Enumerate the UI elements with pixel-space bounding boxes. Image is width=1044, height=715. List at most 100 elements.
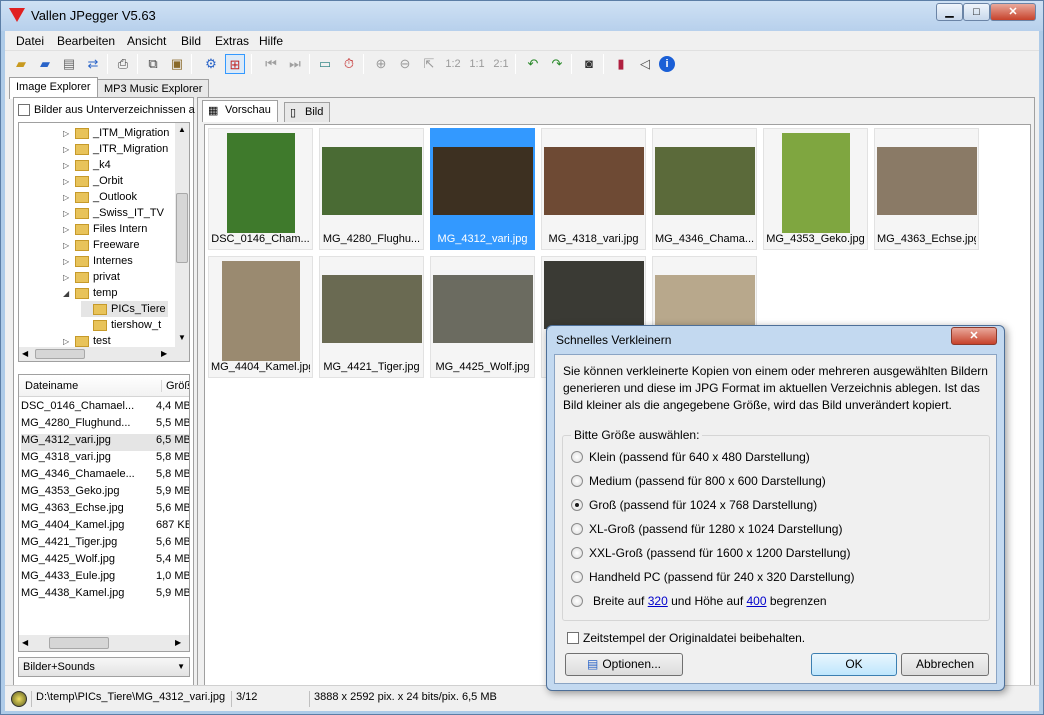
tree-item[interactable]: ▷ Freeware: [63, 237, 139, 253]
timestamp-checkbox[interactable]: Zeitstempel der Originaldatei beibehalte…: [567, 631, 805, 645]
tree-item[interactable]: ▷ _Swiss_IT_TV: [63, 205, 164, 221]
ok-button[interactable]: OK: [811, 653, 897, 676]
list-item[interactable]: MG_4363_Echse.jpg 5,6 MB: [21, 502, 189, 519]
subdir-checkbox-box[interactable]: [18, 104, 30, 116]
file-list-scroll-thumb[interactable]: [49, 637, 109, 649]
rotate-right-icon[interactable]: ↷: [547, 54, 567, 74]
radio-button[interactable]: [571, 595, 583, 607]
thumbnail[interactable]: MG_4404_Kamel.jpg: [208, 256, 313, 378]
copy-icon[interactable]: ⧉: [143, 54, 163, 74]
tab-vorschau[interactable]: ▦ Vorschau: [202, 100, 278, 122]
sound-icon[interactable]: ◁: [635, 54, 655, 74]
subdir-checkbox[interactable]: Bilder aus Unterverzeichnissen a: [18, 104, 195, 116]
thumbnail[interactable]: MG_4280_Flughu...: [319, 128, 424, 250]
list-item[interactable]: MG_4433_Eule.jpg 1,0 MB: [21, 570, 189, 587]
open-folder-icon[interactable]: ▰: [11, 54, 31, 74]
thumbnail[interactable]: MG_4353_Geko.jpg: [763, 128, 868, 250]
radio-size-small[interactable]: Klein (passend für 640 x 480 Darstellung…: [571, 448, 810, 466]
info-icon[interactable]: i: [659, 56, 675, 72]
thumbnail[interactable]: DSC_0146_Cham...: [208, 128, 313, 250]
radio-size-medium[interactable]: Medium (passend für 800 x 600 Darstellun…: [571, 472, 826, 490]
scroll-right-icon[interactable]: ▶: [175, 638, 181, 647]
timestamp-checkbox-box[interactable]: [567, 632, 579, 644]
tree-item[interactable]: ▷ _Outlook: [63, 189, 137, 205]
expand-icon[interactable]: ▷: [63, 241, 71, 250]
expand-icon[interactable]: ▷: [63, 273, 71, 282]
zoom-in-icon[interactable]: ⊕: [371, 54, 391, 74]
thumbnail[interactable]: MG_4421_Tiger.jpg: [319, 256, 424, 378]
tree-item[interactable]: ▷ Internes: [63, 253, 133, 269]
tree-scroll-thumb[interactable]: [176, 193, 188, 263]
tree-horizontal-scrollbar[interactable]: ◀ ▶: [19, 347, 175, 361]
thumbnail[interactable]: MG_4346_Chama...: [652, 128, 757, 250]
fit-icon[interactable]: ⇱: [419, 54, 439, 74]
tab-bild[interactable]: ▯ Bild: [284, 102, 331, 122]
list-item[interactable]: MG_4404_Kamel.jpg 687 KB: [21, 519, 189, 536]
column-size[interactable]: Größ: [161, 380, 189, 392]
scroll-left-icon[interactable]: ◀: [22, 638, 28, 647]
expand-icon[interactable]: ▷: [63, 145, 71, 154]
tree-item[interactable]: ▷ _Orbit: [63, 173, 123, 189]
settings-icon[interactable]: ⚙: [201, 54, 221, 74]
slideshow-icon[interactable]: ⊞: [225, 54, 245, 74]
thumbnail[interactable]: MG_4318_vari.jpg: [541, 128, 646, 250]
radio-size-xxl[interactable]: XXL-Groß (passend für 1600 x 1200 Darste…: [571, 544, 850, 562]
maximize-button[interactable]: □: [963, 3, 990, 21]
thumbnail[interactable]: MG_4425_Wolf.jpg: [430, 256, 535, 378]
list-item[interactable]: MG_4346_Chamaele... 5,8 MB: [21, 468, 189, 485]
menu-datei[interactable]: Datei: [16, 34, 44, 48]
radio-button[interactable]: [571, 571, 583, 583]
menu-hilfe[interactable]: Hilfe: [259, 34, 283, 48]
expand-icon[interactable]: ▷: [63, 177, 71, 186]
thumbnail-selected[interactable]: MG_4312_vari.jpg: [430, 128, 535, 250]
radio-size-xl[interactable]: XL-Groß (passend für 1280 x 1024 Darstel…: [571, 520, 842, 538]
expand-icon[interactable]: ▷: [63, 337, 71, 346]
menu-bearbeiten[interactable]: Bearbeiten: [57, 34, 115, 48]
tree-item[interactable]: ▷ Files Intern: [63, 221, 147, 237]
list-item[interactable]: MG_4280_Flughund... 5,5 MB: [21, 417, 189, 434]
tab-image-explorer[interactable]: Image Explorer: [9, 77, 98, 99]
list-item[interactable]: DSC_0146_Chamael... 4,4 MB: [21, 400, 189, 417]
scroll-left-icon[interactable]: ◀: [22, 349, 28, 358]
radio-size-handheld[interactable]: Handheld PC (passend für 240 x 320 Darst…: [571, 568, 855, 586]
dialog-close-button[interactable]: ✕: [951, 327, 997, 345]
tree-item[interactable]: ▷ privat: [63, 269, 120, 285]
print-icon[interactable]: ⎙: [113, 54, 133, 74]
expand-icon[interactable]: ▷: [63, 257, 71, 266]
radio-size-custom[interactable]: Breite auf 320 und Höhe auf 400 begrenze…: [571, 592, 827, 610]
tree-item-selected[interactable]: PICs_Tiere: [81, 301, 168, 317]
radio-size-large[interactable]: Groß (passend für 1024 x 768 Darstellung…: [571, 496, 817, 514]
thumbnail[interactable]: MG_4363_Echse.jpg: [874, 128, 979, 250]
open-folder-icon[interactable]: ▰: [35, 54, 55, 74]
close-button[interactable]: ✕: [990, 3, 1036, 21]
custom-height-link[interactable]: 400: [747, 594, 767, 608]
next-icon[interactable]: ⏭: [285, 54, 305, 74]
rename-icon[interactable]: ▤: [59, 54, 79, 74]
tree-item[interactable]: tiershow_t: [81, 317, 161, 333]
scroll-right-icon[interactable]: ▶: [161, 349, 167, 358]
options-button[interactable]: ▤ Optionen...: [565, 653, 683, 676]
file-list-horizontal-scrollbar[interactable]: ◀ ▶: [19, 635, 189, 651]
scroll-down-icon[interactable]: ▼: [178, 333, 186, 342]
expand-icon[interactable]: ▷: [63, 209, 71, 218]
collapse-icon[interactable]: ◢: [63, 289, 71, 298]
zoom-1-2-icon[interactable]: 1:2: [443, 54, 463, 74]
zoom-1-1-icon[interactable]: 1:1: [467, 54, 487, 74]
column-filename[interactable]: Dateiname: [25, 380, 78, 392]
radio-button[interactable]: [571, 547, 583, 559]
menu-extras[interactable]: Extras: [215, 34, 249, 48]
radio-button-selected[interactable]: [571, 499, 583, 511]
list-item[interactable]: MG_4318_vari.jpg 5,8 MB: [21, 451, 189, 468]
tree-vertical-scrollbar[interactable]: ▲ ▼: [175, 123, 189, 361]
minimize-button[interactable]: ▁: [936, 3, 963, 21]
expand-icon[interactable]: ▷: [63, 193, 71, 202]
timer-icon[interactable]: ⏱: [339, 54, 359, 74]
tree-item[interactable]: ▷ _k4: [63, 157, 111, 173]
book-icon[interactable]: ▮: [611, 54, 631, 74]
convert-icon[interactable]: ⇄: [83, 54, 103, 74]
radio-button[interactable]: [571, 523, 583, 535]
radio-button[interactable]: [571, 451, 583, 463]
list-item[interactable]: MG_4425_Wolf.jpg 5,4 MB: [21, 553, 189, 570]
menu-ansicht[interactable]: Ansicht: [127, 34, 166, 48]
cancel-button[interactable]: Abbrechen: [901, 653, 989, 676]
